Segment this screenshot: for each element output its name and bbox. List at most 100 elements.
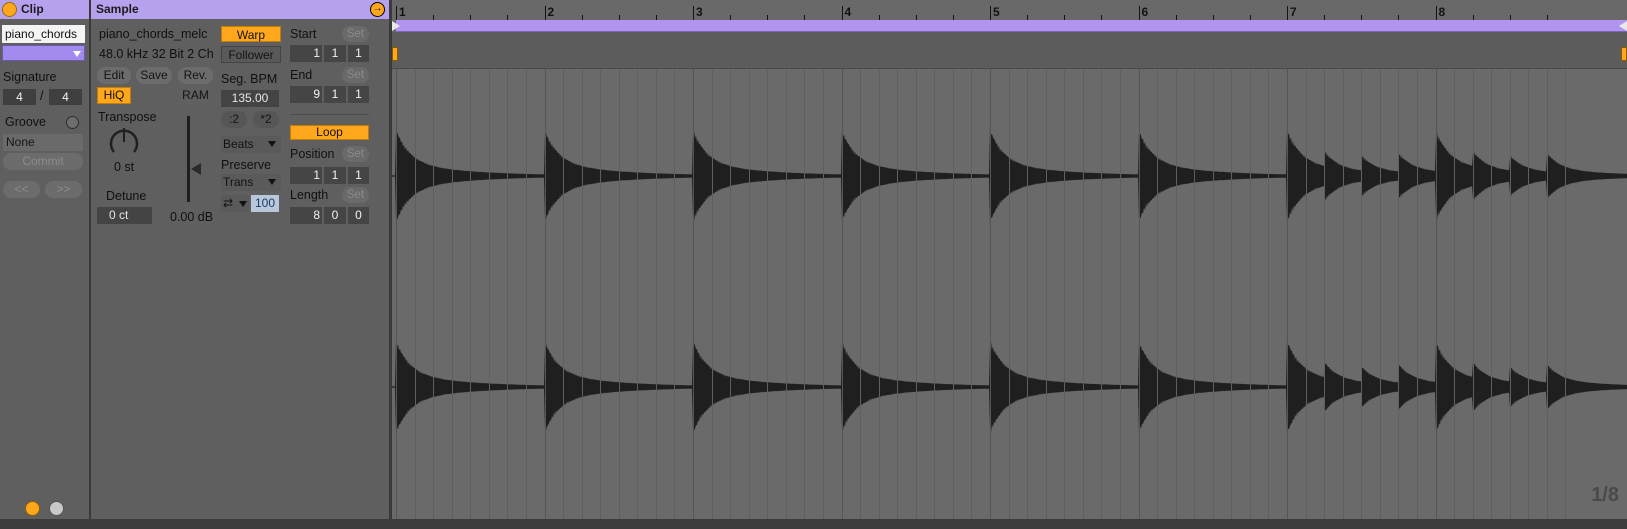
preserve-label: Preserve	[221, 158, 272, 172]
bottom-scroll-strip[interactable]	[0, 519, 1627, 529]
end-sixteenth-field[interactable]: 1	[348, 86, 369, 103]
start-label: Start	[290, 27, 317, 41]
bar-number-label: 3	[696, 5, 703, 19]
clip-name-field[interactable]: piano_chords	[2, 25, 85, 43]
bar-tick	[396, 6, 397, 20]
bar-tick	[1435, 6, 1437, 20]
grid-line	[1249, 69, 1251, 519]
grid-line	[1268, 69, 1270, 519]
grid-line	[655, 69, 657, 519]
clip-title-bar[interactable]: Clip	[0, 0, 89, 19]
waveform-display[interactable]	[392, 69, 1627, 519]
end-marker-icon[interactable]	[1619, 21, 1627, 31]
grid-line	[414, 69, 416, 519]
loop-direction-icon: ⇄	[223, 196, 234, 210]
bar-number-label: 6	[1141, 5, 1149, 19]
grid-line	[544, 69, 546, 519]
ram-toggle[interactable]: RAM	[178, 87, 213, 104]
length-bar-field[interactable]: 8	[290, 207, 322, 224]
warp-mode-selector[interactable]: Beats	[221, 136, 281, 153]
envelope-value-field[interactable]: 100	[251, 195, 279, 212]
bar-number-label: 7	[1290, 5, 1297, 19]
warp-toggle[interactable]: Warp	[221, 26, 281, 42]
preserve-selector[interactable]: Trans	[221, 174, 281, 191]
save-button[interactable]: Save	[136, 67, 172, 84]
position-sixteenth-field[interactable]: 1	[348, 167, 369, 184]
gain-slider-track[interactable]	[187, 116, 190, 202]
position-label: Position	[290, 147, 335, 161]
grid-line	[1491, 69, 1493, 519]
start-sixteenth-field[interactable]: 1	[348, 45, 369, 62]
sample-title-bar[interactable]: Sample →	[91, 0, 389, 19]
warp-marker-strip[interactable]	[392, 32, 1627, 69]
bar-tick	[544, 6, 546, 20]
nudge-forward-button[interactable]: >>	[45, 181, 82, 198]
bar-tick	[1287, 6, 1288, 20]
length-sixteenth-field[interactable]: 0	[348, 207, 369, 224]
clip-active-icon[interactable]	[2, 2, 17, 17]
half-tempo-button[interactable]: :2	[221, 111, 247, 128]
grid-line	[990, 69, 991, 519]
end-set-button[interactable]: Set	[342, 67, 369, 83]
groove-label: Groove	[5, 115, 46, 129]
clip-color-selector[interactable]	[2, 45, 85, 61]
follower-toggle[interactable]: Follower	[221, 46, 281, 63]
grid-line	[897, 69, 899, 519]
grid-line	[507, 69, 509, 519]
bar-tick	[990, 6, 991, 20]
expand-icon[interactable]	[49, 501, 64, 516]
end-bar-field[interactable]: 9	[290, 86, 322, 103]
seg-bpm-label: Seg. BPM	[221, 72, 278, 86]
end-beat-field[interactable]: 1	[324, 86, 346, 103]
grid-line	[1064, 69, 1066, 519]
start-marker-flag-icon[interactable]	[392, 47, 398, 61]
grid-line	[1565, 69, 1567, 519]
transpose-knob[interactable]	[108, 126, 140, 158]
groove-selector[interactable]: None	[3, 134, 83, 151]
loop-brace[interactable]	[396, 20, 1627, 32]
grid-line	[1027, 69, 1029, 519]
sample-launch-icon[interactable]: →	[370, 2, 385, 17]
length-beat-field[interactable]: 0	[324, 207, 346, 224]
signature-denominator[interactable]: 4	[49, 89, 82, 105]
chevron-down-icon	[268, 141, 276, 147]
end-marker-flag-icon[interactable]	[1621, 47, 1627, 61]
commit-button[interactable]: Commit	[3, 153, 83, 170]
loop-toggle[interactable]: Loop	[290, 125, 369, 140]
position-bar-field[interactable]: 1	[290, 167, 322, 184]
loop-mode-selector[interactable]: ⇄	[221, 195, 249, 212]
position-set-button[interactable]: Set	[342, 146, 369, 162]
hotswap-icon[interactable]	[25, 501, 40, 516]
start-marker-icon[interactable]	[392, 21, 400, 31]
signature-numerator[interactable]: 4	[3, 89, 36, 105]
hiq-toggle[interactable]: HiQ	[97, 87, 131, 104]
grid-line	[1045, 69, 1047, 519]
length-set-button[interactable]: Set	[342, 187, 369, 203]
grid-line	[1416, 69, 1418, 519]
groove-hotswap-icon[interactable]	[66, 116, 79, 129]
detune-field[interactable]: 0 ct	[97, 207, 152, 224]
clip-name: piano_chords	[5, 27, 78, 41]
grid-line	[1398, 69, 1400, 519]
nudge-back-button[interactable]: <<	[3, 181, 40, 198]
start-set-button[interactable]: Set	[342, 26, 369, 42]
reverse-button[interactable]: Rev.	[178, 67, 213, 84]
grid-line	[451, 69, 453, 519]
position-beat-field[interactable]: 1	[324, 167, 346, 184]
sample-editor[interactable]: 1 2 3 4 5 6 7 8 1/8	[392, 0, 1627, 519]
grid-line	[600, 69, 602, 519]
bar-number-label: 1	[399, 5, 406, 19]
double-tempo-button[interactable]: *2	[253, 111, 279, 128]
start-beat-field[interactable]: 1	[324, 45, 346, 62]
grid-line	[1082, 69, 1084, 519]
gain-slider-thumb-icon[interactable]	[191, 163, 201, 175]
bar-number-label: 8	[1438, 5, 1446, 19]
seg-bpm-field[interactable]: 135.00	[221, 90, 279, 107]
grid-line	[1008, 69, 1010, 519]
grid-line	[637, 69, 639, 519]
chevron-down-icon	[239, 201, 247, 207]
grid-line	[1119, 69, 1121, 519]
start-bar-field[interactable]: 1	[290, 45, 322, 62]
edit-button[interactable]: Edit	[97, 67, 131, 84]
beat-time-ruler[interactable]: 1 2 3 4 5 6 7 8	[392, 0, 1627, 20]
